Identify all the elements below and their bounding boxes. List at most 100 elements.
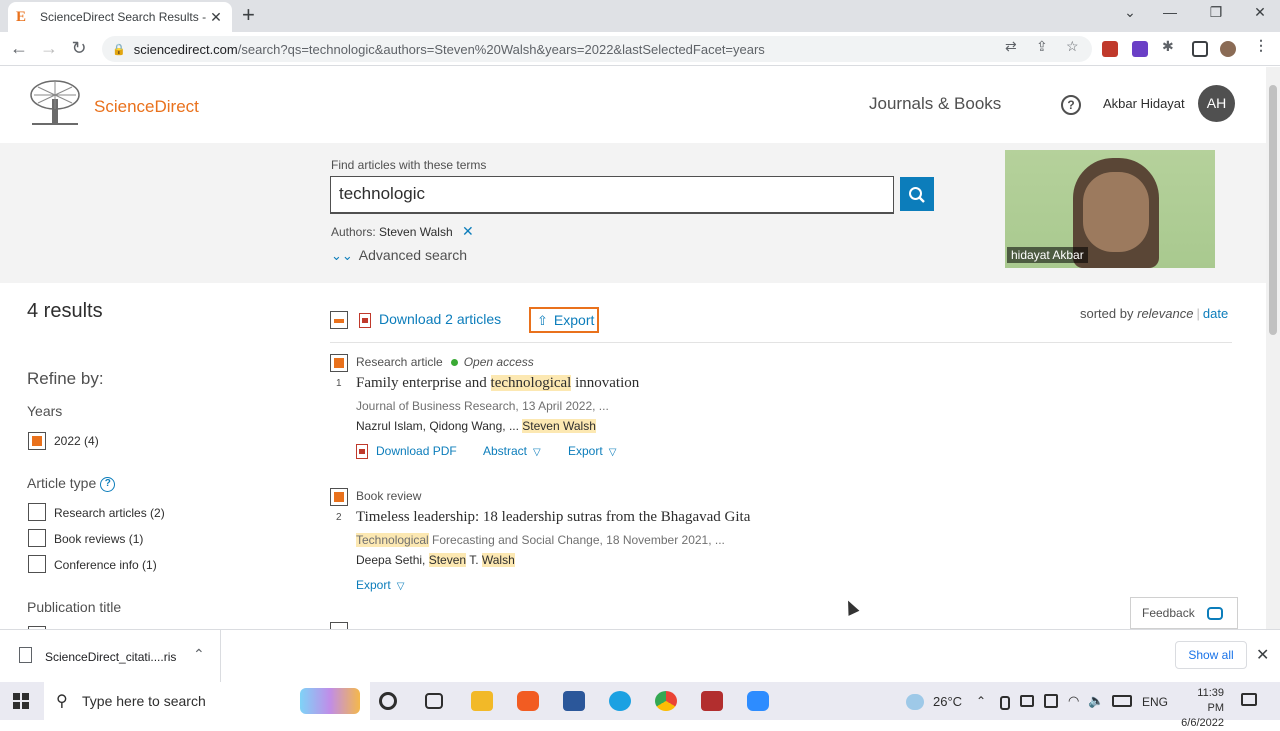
brave-icon[interactable] — [517, 691, 539, 711]
extensions-puzzle-icon[interactable]: ✱ — [1162, 38, 1174, 55]
minimize-icon[interactable]: — — [1156, 4, 1184, 20]
advanced-search-link[interactable]: ⌄⌄ Advanced search — [331, 247, 467, 264]
share-icon[interactable]: ⇪ — [1036, 38, 1048, 55]
result-1-export-toggle[interactable]: Export ▽ — [568, 444, 616, 458]
volume-icon[interactable]: 🔈 — [1088, 693, 1104, 713]
reload-icon[interactable]: ↻ — [68, 38, 90, 58]
help-icon[interactable]: ? — [1061, 95, 1081, 115]
feedback-button[interactable]: Feedback — [1130, 597, 1238, 629]
result-1-abstract-toggle[interactable]: Abstract ▽ — [483, 444, 541, 458]
mendeley-extension-icon[interactable] — [1102, 41, 1118, 57]
user-name[interactable]: Akbar Hidayat — [1103, 96, 1185, 111]
remove-author-filter-icon[interactable]: ✕ — [462, 223, 474, 239]
browser-tab[interactable]: E ScienceDirect Search Results - Ke ✕ — [8, 2, 232, 32]
language-indicator[interactable]: ENG — [1142, 695, 1168, 709]
research-articles-checkbox[interactable] — [28, 503, 46, 521]
divider — [330, 342, 1232, 343]
result-1-authors: Nazrul Islam, Qidong Wang, ... Steven Wa… — [356, 419, 596, 433]
result-3-checkbox[interactable] — [330, 622, 348, 629]
result-1-title[interactable]: Family enterprise and technological inno… — [356, 375, 639, 392]
notification-icon[interactable] — [1241, 693, 1257, 706]
author-filter-label: Authors: — [331, 225, 376, 239]
result-1-number: 1 — [336, 378, 342, 389]
menu-kebab-icon[interactable]: ⋮ — [1254, 37, 1268, 54]
address-bar[interactable]: 🔒 sciencedirect.com/search?qs=technologi… — [102, 36, 1092, 62]
meet-now-icon[interactable] — [1020, 695, 1034, 707]
side-panel-icon[interactable] — [1192, 41, 1208, 57]
elsevier-tree-logo-icon[interactable] — [28, 79, 82, 129]
author-filter: Authors: Steven Walsh ✕ — [331, 223, 474, 240]
mendeley-icon[interactable] — [701, 691, 723, 711]
article-type-help-icon[interactable]: ? — [100, 476, 116, 492]
search-button[interactable] — [900, 177, 934, 211]
download-articles-label: Download 2 articles — [379, 311, 502, 327]
edge-icon[interactable] — [609, 691, 631, 711]
scrollbar-thumb[interactable] — [1269, 85, 1277, 335]
download-articles-button[interactable]: Download 2 articles — [359, 311, 501, 328]
export-button[interactable]: ⇧ Export — [529, 307, 599, 333]
new-tab-icon[interactable]: + — [242, 4, 255, 26]
search-label: Find articles with these terms — [331, 158, 487, 172]
tab-close-icon[interactable]: ✕ — [208, 9, 224, 26]
zoom-icon[interactable] — [747, 691, 769, 711]
download-item[interactable]: ScienceDirect_citati....ris ⌃ — [0, 630, 221, 683]
webcam-face — [1083, 172, 1149, 252]
windows-start-icon[interactable] — [13, 693, 29, 709]
taskbar-clock[interactable]: 11:39 PM 6/6/2022 — [1180, 686, 1224, 731]
forward-icon[interactable]: → — [38, 38, 60, 58]
book-reviews-checkbox[interactable] — [28, 529, 46, 547]
result-1-checkbox[interactable] — [330, 354, 348, 372]
word-icon[interactable] — [563, 691, 585, 711]
author-highlight: Steven Walsh — [522, 419, 596, 433]
page-scrollbar[interactable] — [1266, 67, 1280, 629]
mouse-cursor-icon — [842, 598, 860, 616]
result-2-journal[interactable]: Technological Forecasting and Social Cha… — [356, 533, 725, 547]
title-text: innovation — [571, 375, 640, 391]
export-upload-icon: ⇧ — [537, 313, 548, 328]
close-download-bar-icon[interactable]: ✕ — [1256, 645, 1269, 665]
restore-icon[interactable]: ❐ — [1202, 4, 1230, 21]
weather-icon[interactable] — [906, 694, 924, 710]
security-icon[interactable] — [1044, 694, 1058, 708]
result-2-title[interactable]: Timeless leadership: 18 leadership sutra… — [356, 509, 750, 526]
select-all-checkbox[interactable] — [330, 311, 348, 329]
taskbar-search[interactable]: ⚲ Type here to search — [44, 682, 370, 720]
bookmark-star-icon[interactable]: ☆ — [1066, 38, 1079, 55]
result-2-authors: Deepa Sethi, Steven T. Walsh — [356, 553, 515, 567]
result-1-journal[interactable]: Journal of Business Research, 13 April 2… — [356, 399, 609, 413]
cortana-icon[interactable] — [379, 692, 397, 710]
wifi-icon[interactable]: ◠ — [1068, 693, 1084, 713]
onedrive-icon[interactable] — [1000, 696, 1010, 710]
show-all-button[interactable]: Show all — [1175, 641, 1247, 669]
temperature[interactable]: 26°C — [933, 694, 962, 709]
file-explorer-icon[interactable] — [471, 691, 493, 711]
task-view-icon[interactable] — [425, 693, 443, 709]
chevron-up-icon[interactable]: ⌃ — [976, 694, 990, 714]
chevron-up-icon[interactable]: ⌃ — [193, 646, 205, 663]
avatar[interactable]: AH — [1198, 85, 1235, 122]
translate-icon[interactable]: ⇄ — [1005, 38, 1017, 55]
result-2-checkbox[interactable] — [330, 488, 348, 506]
sciencedirect-logo[interactable]: ScienceDirect — [94, 97, 199, 117]
journals-books-link[interactable]: Journals & Books — [869, 94, 1001, 114]
keyboard-icon[interactable] — [1112, 695, 1132, 707]
webcam-overlay: hidayat Akbar — [1005, 150, 1215, 268]
author-highlight: Walsh — [481, 553, 515, 567]
result-2-export-toggle[interactable]: Export ▽ — [356, 578, 404, 592]
result-1-download-pdf[interactable]: Download PDF — [356, 444, 457, 460]
window-close-icon[interactable]: ✕ — [1246, 4, 1274, 21]
search-input[interactable]: technologic — [330, 176, 894, 214]
sort-separator: | — [1196, 306, 1200, 321]
sorted-by-label: sorted by — [1080, 306, 1134, 321]
sort-date-link[interactable]: date — [1203, 306, 1228, 321]
back-icon[interactable]: ← — [8, 38, 30, 58]
journal-highlight: Technological — [356, 533, 429, 547]
site-header: ScienceDirect Journals & Books ? Akbar H… — [0, 67, 1266, 143]
year-2022-checkbox[interactable] — [28, 432, 46, 450]
profile-icon[interactable] — [1220, 41, 1236, 57]
sort-relevance[interactable]: relevance — [1137, 306, 1193, 321]
extension-icon[interactable] — [1132, 41, 1148, 57]
tab-search-chevron-icon[interactable]: ⌄ — [1116, 4, 1144, 21]
chrome-icon[interactable] — [655, 691, 677, 711]
conference-info-checkbox[interactable] — [28, 555, 46, 573]
